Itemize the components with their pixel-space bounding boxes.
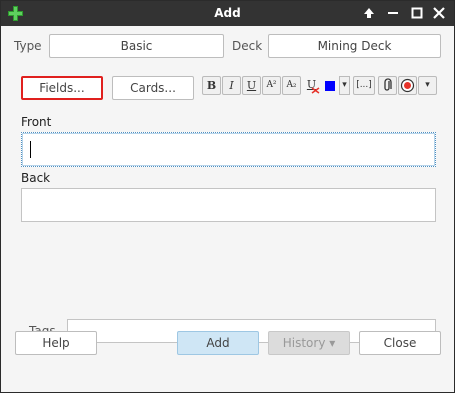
close-icon[interactable] [431,5,447,21]
cloze-button[interactable]: [...] [353,76,375,95]
front-field-editor[interactable] [21,132,436,167]
deck-label: Deck [232,39,263,53]
italic-button[interactable]: I [222,76,241,95]
add-window: Add Type Basic Deck Mining Deck Fields..… [0,0,455,393]
help-button[interactable]: Help [15,331,97,355]
front-field-label: Front [21,115,52,129]
subscript-button[interactable]: A₂ [282,76,301,95]
title-bar: Add [1,1,454,26]
underline-button[interactable]: U [242,76,261,95]
cards-button[interactable]: Cards... [112,76,194,100]
clear-format-button[interactable]: U [302,76,321,95]
close-button[interactable]: Close [359,331,441,355]
text-color-swatch[interactable] [325,81,335,91]
record-audio-button[interactable] [398,76,417,95]
type-label: Type [14,39,42,53]
attach-button[interactable] [378,76,397,95]
maximize-icon[interactable] [409,5,425,21]
keep-above-icon[interactable] [361,5,377,21]
add-button[interactable]: Add [177,331,259,355]
deck-selector-button[interactable]: Mining Deck [268,34,441,58]
back-field-editor[interactable] [21,188,436,222]
superscript-button[interactable]: A² [262,76,281,95]
type-selector-button[interactable]: Basic [49,34,224,58]
bold-button[interactable]: B [202,76,221,95]
history-button[interactable]: History ▾ [268,331,350,355]
fields-button[interactable]: Fields... [21,76,103,100]
record-icon [400,78,415,93]
text-cursor [30,141,31,158]
paperclip-icon [384,78,392,91]
more-options-button[interactable]: ▾ [418,76,437,95]
eraser-icon [311,87,320,94]
color-dropdown-button[interactable]: ▾ [339,76,350,95]
back-field-label: Back [21,171,51,185]
minimize-icon[interactable] [385,5,401,21]
